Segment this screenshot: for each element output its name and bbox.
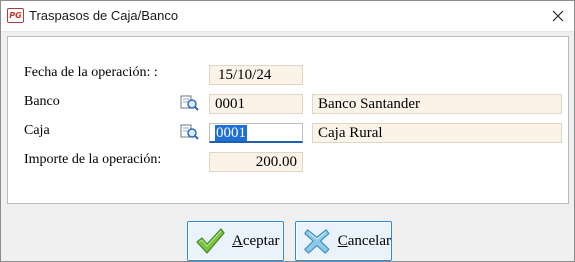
caja-code-selection: 0001 [215, 125, 247, 141]
aceptar-label: Aceptar [232, 232, 280, 249]
aceptar-button[interactable]: Aceptar [187, 221, 284, 261]
app-logo-icon: PG [7, 8, 24, 23]
title-bar: PG Traspasos de Caja/Banco [1, 1, 574, 32]
importe-field[interactable]: 200.00 [209, 152, 303, 172]
cancelar-label: Cancelar [337, 232, 391, 249]
banco-name-field: Banco Santander [312, 94, 562, 114]
banco-label: Banco [24, 94, 60, 109]
caja-code-field[interactable]: 0001 [209, 123, 303, 143]
importe-label: Importe de la operación: [24, 152, 162, 167]
caja-search-icon[interactable] [180, 123, 200, 141]
fecha-field[interactable]: 15/10/24 [209, 65, 303, 85]
caja-label: Caja [24, 123, 50, 138]
fecha-label: Fecha de la operación: : [24, 65, 158, 80]
checkmark-icon [196, 228, 225, 254]
window-title: Traspasos de Caja/Banco [29, 8, 179, 23]
caja-name-field: Caja Rural [312, 123, 562, 143]
cancel-x-icon [304, 229, 330, 254]
form-panel: Fecha de la operación: : 15/10/24 Banco … [7, 36, 569, 204]
close-button[interactable] [542, 1, 574, 31]
close-icon [552, 10, 564, 22]
banco-code-field[interactable]: 0001 [209, 94, 303, 114]
dialog-window: PG Traspasos de Caja/Banco Fecha de la o… [0, 0, 575, 262]
cancelar-button[interactable]: Cancelar [295, 221, 392, 261]
banco-search-icon[interactable] [180, 94, 200, 112]
